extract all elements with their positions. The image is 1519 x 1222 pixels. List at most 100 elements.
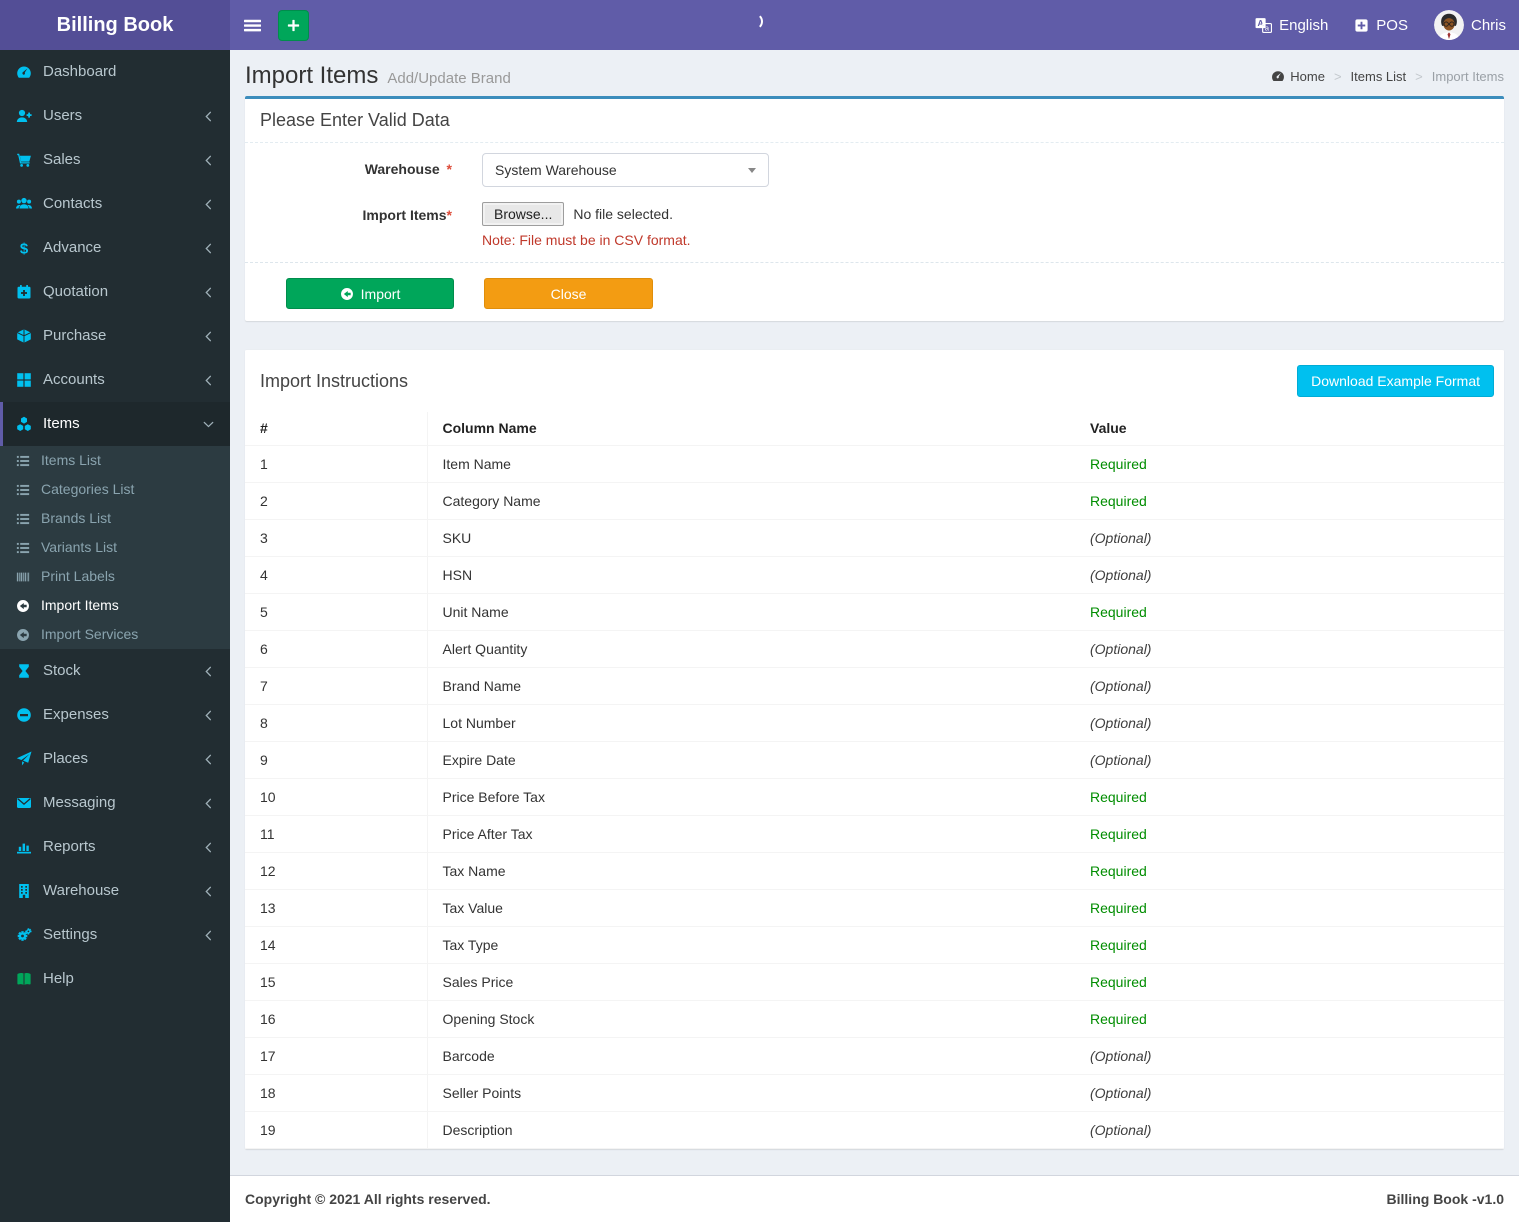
- row-number-cell: 2: [245, 482, 428, 520]
- chevron-left-icon: [205, 375, 212, 385]
- row-number-cell: 15: [245, 963, 428, 1001]
- sidebar-item-contacts[interactable]: Contacts: [0, 182, 230, 226]
- user-menu[interactable]: Chris: [1421, 0, 1519, 50]
- column-name-cell: Alert Quantity: [427, 630, 1075, 668]
- sidebar-item-warehouse[interactable]: Warehouse: [0, 869, 230, 913]
- sidebar-item-sales[interactable]: Sales: [0, 138, 230, 182]
- sidebar-item-places[interactable]: Places: [0, 737, 230, 781]
- sidebar-item-stock[interactable]: Stock: [0, 649, 230, 693]
- row-number-cell: 4: [245, 556, 428, 594]
- pos-label: POS: [1376, 16, 1408, 34]
- breadcrumb-item-home[interactable]: Home: [1271, 69, 1325, 84]
- column-name-cell: Expire Date: [427, 741, 1075, 779]
- sidebar-item-purchase[interactable]: Purchase: [0, 314, 230, 358]
- table-row: 16 Opening Stock Required: [245, 1000, 1504, 1038]
- import-icon: [17, 599, 29, 612]
- sidebar-item-accounts[interactable]: Accounts: [0, 358, 230, 402]
- form-buttons-row: Import Close: [260, 278, 1489, 315]
- row-number-cell: 7: [245, 667, 428, 705]
- sidebar-item-label: Messaging: [43, 794, 116, 811]
- value-cell: Required: [1075, 593, 1504, 631]
- column-name-cell: Opening Stock: [427, 1000, 1075, 1038]
- table-header-row: # Column Name Value: [245, 412, 1504, 446]
- download-example-button[interactable]: Download Example Format: [1297, 365, 1494, 397]
- value-cell: (Optional): [1075, 1111, 1504, 1149]
- chevron-left-icon: [205, 199, 212, 209]
- row-number-cell: 14: [245, 926, 428, 964]
- sidebar-subitem-import-services[interactable]: Import Services: [0, 620, 230, 649]
- close-button[interactable]: Close: [484, 278, 653, 309]
- sidebar-subitem-items-list[interactable]: Items List: [0, 446, 230, 475]
- import-button[interactable]: Import: [286, 278, 454, 309]
- import-icon: [17, 628, 29, 641]
- pos-plus-icon: [1355, 18, 1368, 32]
- csv-note: Note: File must be in CSV format.: [482, 232, 691, 248]
- sidebar-subitem-import-items[interactable]: Import Items: [0, 591, 230, 620]
- value-cell: (Optional): [1075, 556, 1504, 594]
- quick-add-button[interactable]: [278, 9, 309, 41]
- column-name-cell: Lot Number: [427, 704, 1075, 742]
- sidebar-item-label: Quotation: [43, 283, 109, 300]
- breadcrumb-item-items-list[interactable]: Items List: [1351, 69, 1407, 84]
- breadcrumb: Home > Items List > Import Items: [1271, 69, 1504, 84]
- sidebar-submenu-items: Items List Categories List Brands List Vari…: [0, 446, 230, 649]
- language-menu[interactable]: Aa English: [1242, 0, 1341, 50]
- page-title-text: Import Items: [245, 62, 379, 89]
- sidebar-item-advance[interactable]: $ Advance: [0, 226, 230, 270]
- value-cell: (Optional): [1075, 667, 1504, 705]
- chevron-left-icon: [205, 754, 212, 764]
- sidebar-item-help[interactable]: Help: [0, 957, 230, 1001]
- table-row: 10 Price Before Tax Required: [245, 778, 1504, 816]
- table-row: 11 Price After Tax Required: [245, 815, 1504, 853]
- plus-icon: [287, 19, 300, 31]
- column-name-cell: Price Before Tax: [427, 778, 1075, 816]
- required-asterisk: *: [446, 207, 452, 223]
- sidebar-subitem-variants-list[interactable]: Variants List: [0, 533, 230, 562]
- chevron-down-icon: [748, 167, 756, 173]
- table-row: 12 Tax Name Required: [245, 852, 1504, 890]
- top-navbar: Billing Book Aa English POS Chris: [0, 0, 1519, 50]
- table-row: 13 Tax Value Required: [245, 889, 1504, 927]
- content-wrapper: Import Items Add/Update Brand Home > Items…: [230, 50, 1519, 1222]
- sidebar-item-settings[interactable]: Settings: [0, 913, 230, 957]
- chevron-left-icon: [205, 798, 212, 808]
- breadcrumb-label: Home: [1290, 68, 1325, 84]
- sidebar-item-users[interactable]: Users: [0, 94, 230, 138]
- warehouse-select[interactable]: System Warehouse: [482, 153, 769, 187]
- brand-logo[interactable]: Billing Book: [0, 0, 230, 50]
- browse-button[interactable]: Browse...: [482, 202, 565, 226]
- import-form-box: Please Enter Valid Data Warehouse * Syst…: [245, 96, 1504, 321]
- user-name: Chris: [1470, 16, 1506, 34]
- building-icon: [19, 884, 29, 898]
- column-name-cell: HSN: [427, 556, 1075, 594]
- sidebar-subitem-categories-list[interactable]: Categories List: [0, 475, 230, 504]
- column-name-cell: Price After Tax: [427, 815, 1075, 853]
- sidebar-item-expenses[interactable]: Expenses: [0, 693, 230, 737]
- sidebar-item-quotation[interactable]: Quotation: [0, 270, 230, 314]
- chevron-left-icon: [205, 666, 212, 676]
- sidebar-item-reports[interactable]: Reports: [0, 825, 230, 869]
- value-cell: (Optional): [1075, 630, 1504, 668]
- sidebar-item-label: Stock: [43, 662, 81, 679]
- hourglass-icon: [19, 664, 29, 678]
- value-cell: (Optional): [1075, 1074, 1504, 1112]
- barcode-icon: [16, 572, 30, 581]
- sidebar-toggle-button[interactable]: [230, 0, 275, 50]
- table-row: 7 Brand Name (Optional): [245, 667, 1504, 705]
- sidebar-subitem-label: Variants List: [41, 539, 117, 555]
- list-icon: [16, 513, 30, 524]
- sidebar-item-messaging[interactable]: Messaging: [0, 781, 230, 825]
- sidebar-subitem-brands-list[interactable]: Brands List: [0, 504, 230, 533]
- sidebar-item-label: Dashboard: [43, 63, 117, 80]
- table-row: 4 HSN (Optional): [245, 556, 1504, 594]
- sidebar-subitem-print-labels[interactable]: Print Labels: [0, 562, 230, 591]
- value-cell: Required: [1075, 445, 1504, 483]
- value-cell: Required: [1075, 926, 1504, 964]
- row-number-cell: 6: [245, 630, 428, 668]
- send-icon: [16, 751, 32, 766]
- value-cell: (Optional): [1075, 1037, 1504, 1075]
- chevron-left-icon: [205, 710, 212, 720]
- pos-button[interactable]: POS: [1341, 0, 1421, 50]
- sidebar-item-dashboard[interactable]: Dashboard: [0, 50, 230, 94]
- sidebar-item-items[interactable]: Items: [0, 402, 230, 446]
